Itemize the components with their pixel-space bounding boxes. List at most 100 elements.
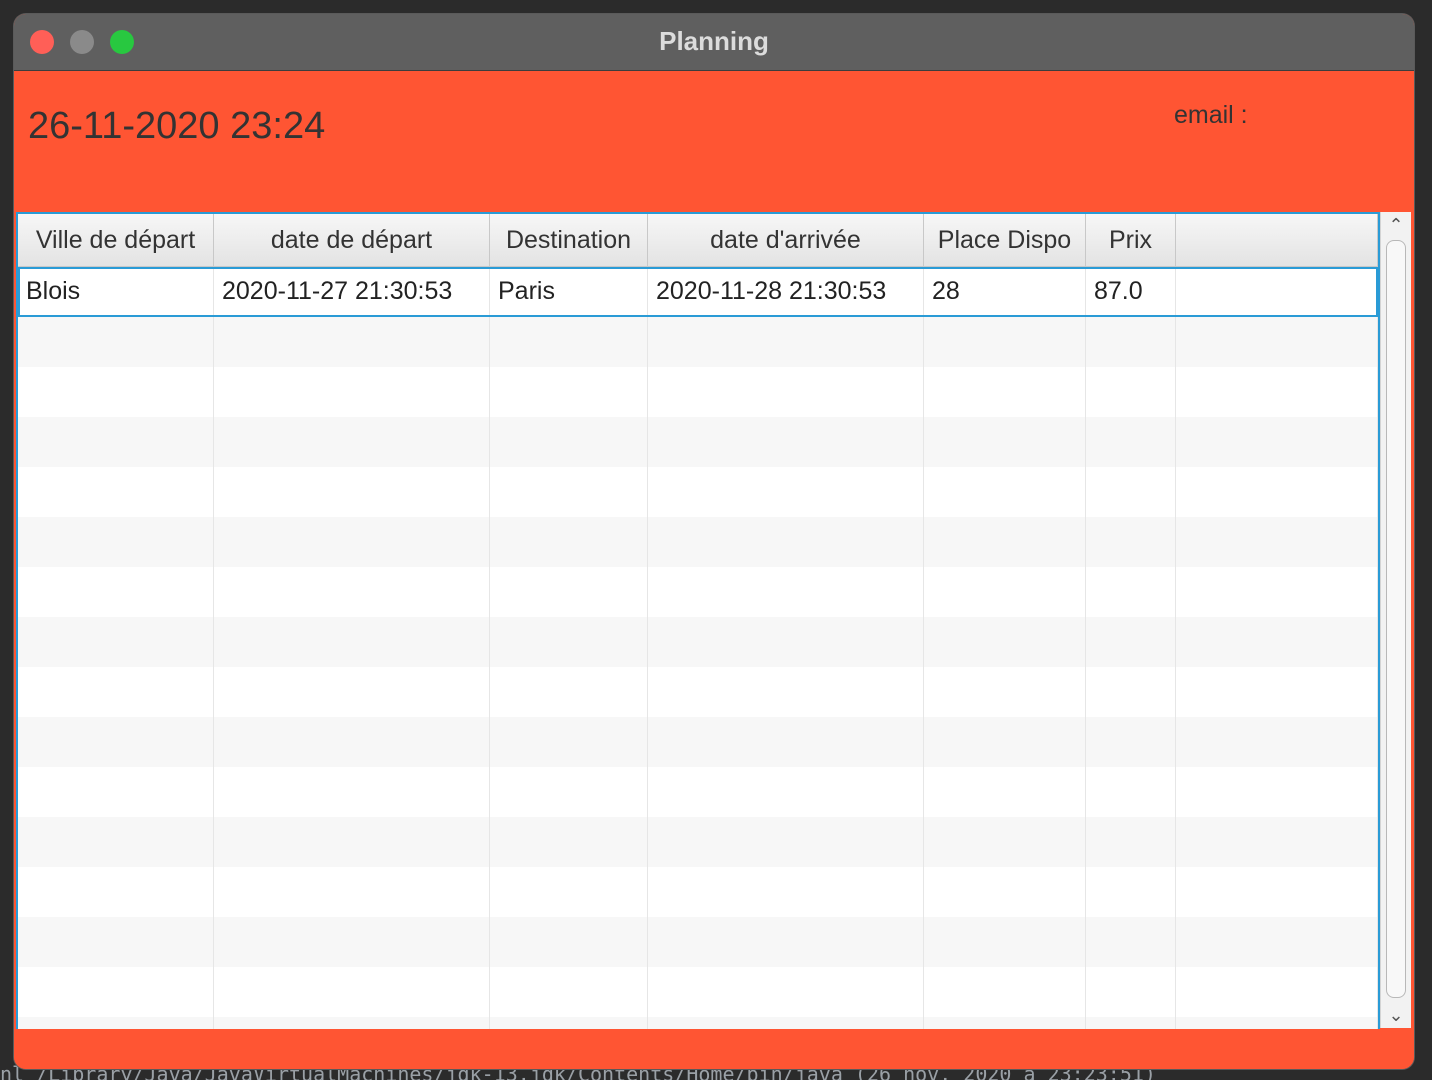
cell-destination[interactable]: Paris bbox=[490, 267, 648, 317]
empty-cell bbox=[648, 717, 924, 767]
empty-cell bbox=[1176, 367, 1378, 417]
empty-cell bbox=[214, 467, 490, 517]
empty-cell bbox=[1086, 967, 1176, 1017]
email-label: email : bbox=[1174, 101, 1248, 129]
empty-cell bbox=[1176, 967, 1378, 1017]
empty-cell bbox=[924, 467, 1086, 517]
column-header-ville-depart[interactable]: Ville de départ bbox=[18, 214, 214, 266]
column-header-date-arrivee[interactable]: date d'arrivée bbox=[648, 214, 924, 266]
empty-cell bbox=[924, 917, 1086, 967]
empty-cell bbox=[1086, 367, 1176, 417]
empty-cell bbox=[490, 517, 648, 567]
empty-cell bbox=[1176, 767, 1378, 817]
empty-cell bbox=[648, 817, 924, 867]
empty-cell bbox=[214, 517, 490, 567]
empty-cell bbox=[18, 667, 214, 717]
empty-cell bbox=[648, 667, 924, 717]
column-header-destination[interactable]: Destination bbox=[490, 214, 648, 266]
empty-table-row bbox=[18, 517, 1378, 567]
empty-cell bbox=[648, 767, 924, 817]
empty-cell bbox=[924, 767, 1086, 817]
empty-table-row bbox=[18, 417, 1378, 467]
cell-ville-depart[interactable]: Blois bbox=[18, 267, 214, 317]
planning-table[interactable]: Ville de départ date de départ Destinati… bbox=[16, 212, 1380, 1032]
empty-cell bbox=[1086, 617, 1176, 667]
empty-cell bbox=[18, 817, 214, 867]
empty-cell bbox=[648, 567, 924, 617]
empty-cell bbox=[1086, 717, 1176, 767]
empty-cell bbox=[1176, 617, 1378, 667]
empty-cell bbox=[1086, 667, 1176, 717]
cell-place-dispo[interactable]: 28 bbox=[924, 267, 1086, 317]
empty-cell bbox=[648, 867, 924, 917]
empty-cell bbox=[1176, 867, 1378, 917]
table-row[interactable]: Blois 2020-11-27 21:30:53 Paris 2020-11-… bbox=[18, 267, 1378, 317]
empty-cell bbox=[924, 967, 1086, 1017]
cell-filler[interactable] bbox=[1176, 267, 1378, 317]
column-header-prix[interactable]: Prix bbox=[1086, 214, 1176, 266]
empty-table-row bbox=[18, 767, 1378, 817]
empty-cell bbox=[490, 567, 648, 617]
empty-cell bbox=[924, 667, 1086, 717]
empty-cell bbox=[924, 717, 1086, 767]
empty-cell bbox=[214, 567, 490, 617]
empty-cell bbox=[490, 817, 648, 867]
empty-cell bbox=[18, 467, 214, 517]
empty-cell bbox=[18, 417, 214, 467]
empty-cell bbox=[1176, 667, 1378, 717]
header-panel: 26-11-2020 23:24 email : bbox=[14, 71, 1414, 211]
empty-cell bbox=[1176, 717, 1378, 767]
empty-cell bbox=[924, 567, 1086, 617]
empty-table-row bbox=[18, 367, 1378, 417]
empty-cell bbox=[214, 317, 490, 367]
empty-cell bbox=[18, 317, 214, 367]
column-header-place-dispo[interactable]: Place Dispo bbox=[924, 214, 1086, 266]
empty-cell bbox=[490, 417, 648, 467]
empty-cell bbox=[924, 367, 1086, 417]
empty-cell bbox=[1176, 467, 1378, 517]
empty-cell bbox=[1086, 517, 1176, 567]
empty-cell bbox=[1086, 567, 1176, 617]
empty-cell bbox=[1086, 817, 1176, 867]
cell-date-depart[interactable]: 2020-11-27 21:30:53 bbox=[214, 267, 490, 317]
empty-cell bbox=[648, 617, 924, 667]
table-body: Blois 2020-11-27 21:30:53 Paris 2020-11-… bbox=[18, 267, 1378, 1030]
empty-cell bbox=[1086, 917, 1176, 967]
empty-cell bbox=[648, 517, 924, 567]
empty-cell bbox=[1086, 767, 1176, 817]
empty-cell bbox=[490, 867, 648, 917]
empty-cell bbox=[648, 417, 924, 467]
empty-cell bbox=[18, 867, 214, 917]
empty-cell bbox=[214, 617, 490, 667]
empty-cell bbox=[924, 817, 1086, 867]
empty-cell bbox=[1086, 867, 1176, 917]
empty-cell bbox=[214, 867, 490, 917]
empty-cell bbox=[1176, 517, 1378, 567]
empty-cell bbox=[490, 667, 648, 717]
empty-cell bbox=[1176, 417, 1378, 467]
empty-cell bbox=[1086, 317, 1176, 367]
empty-table-row bbox=[18, 917, 1378, 967]
empty-cell bbox=[18, 517, 214, 567]
chevron-up-icon[interactable]: ⌃ bbox=[1381, 212, 1411, 238]
empty-cell bbox=[214, 917, 490, 967]
scrollbar-thumb[interactable] bbox=[1386, 240, 1406, 998]
empty-cell bbox=[648, 467, 924, 517]
column-header-date-depart[interactable]: date de départ bbox=[214, 214, 490, 266]
empty-cell bbox=[648, 317, 924, 367]
empty-cell bbox=[214, 367, 490, 417]
table-vertical-scrollbar[interactable]: ⌃ ⌄ bbox=[1380, 212, 1411, 1028]
cell-date-arrivee[interactable]: 2020-11-28 21:30:53 bbox=[648, 267, 924, 317]
title-bar[interactable]: Planning bbox=[14, 14, 1414, 71]
empty-cell bbox=[924, 617, 1086, 667]
empty-cell bbox=[924, 517, 1086, 567]
empty-cell bbox=[490, 617, 648, 667]
empty-cell bbox=[490, 767, 648, 817]
cell-prix[interactable]: 87.0 bbox=[1086, 267, 1176, 317]
empty-cell bbox=[1086, 467, 1176, 517]
current-datetime: 26-11-2020 23:24 bbox=[28, 105, 326, 147]
chevron-down-icon[interactable]: ⌄ bbox=[1381, 1002, 1411, 1028]
empty-cell bbox=[18, 567, 214, 617]
empty-cell bbox=[18, 767, 214, 817]
empty-cell bbox=[648, 967, 924, 1017]
